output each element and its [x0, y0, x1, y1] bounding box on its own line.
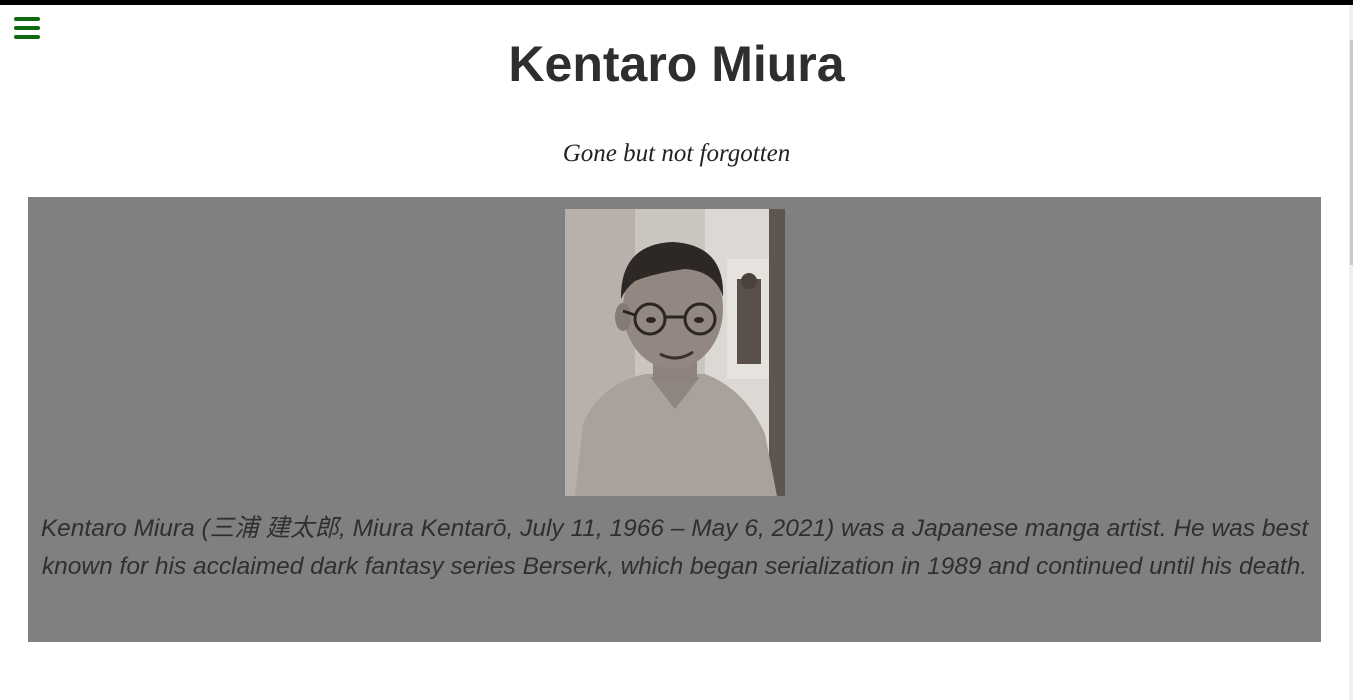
portrait-illustration	[565, 209, 785, 496]
page-title: Kentaro Miura	[508, 36, 845, 92]
top-border	[0, 0, 1353, 5]
biography-text: Kentaro Miura (三浦 建太郎, Miura Kentarō, Ju…	[40, 515, 1309, 580]
menu-bar	[14, 26, 40, 30]
portrait-photo	[565, 209, 785, 496]
tagline: Gone but not forgotten	[562, 140, 791, 167]
menu-bar	[14, 17, 40, 21]
tribute-panel: Kentaro Miura (三浦 建太郎, Miura Kentarō, Ju…	[28, 197, 1321, 642]
